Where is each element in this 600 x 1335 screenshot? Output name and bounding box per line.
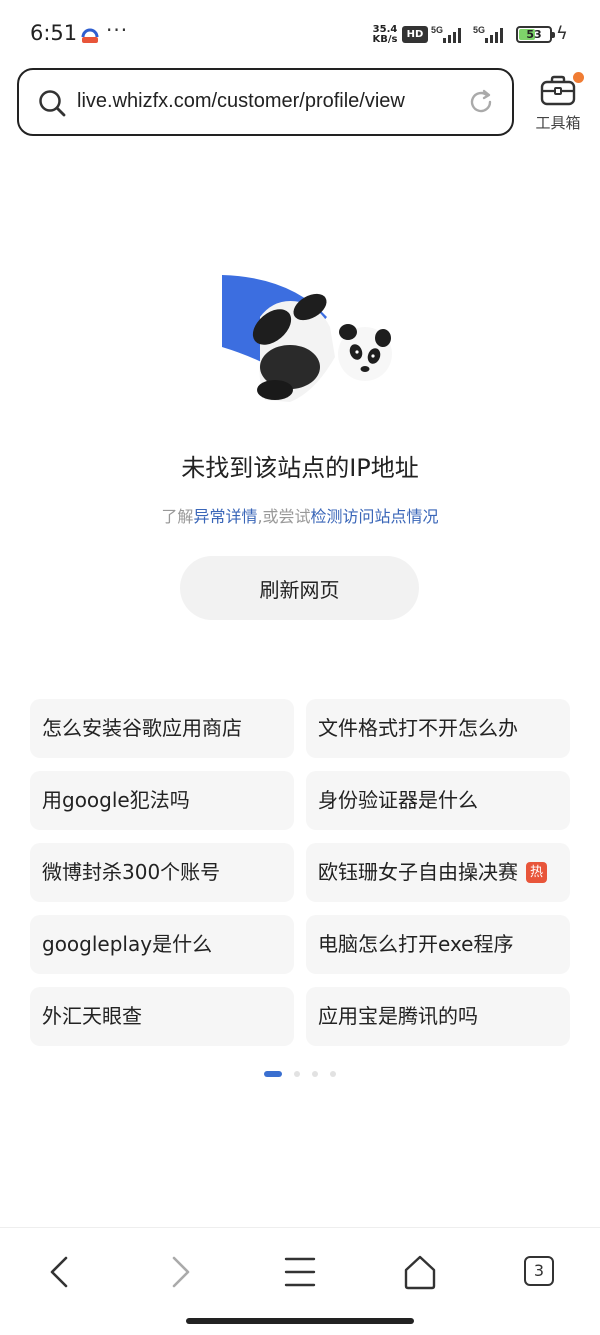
suggestion-text: 欧钰珊女子自由操决赛 (318, 860, 518, 884)
suggestion-text: 身份验证器是什么 (318, 788, 478, 812)
pager-dot[interactable] (330, 1071, 336, 1077)
sim1-label: 5G (431, 25, 443, 35)
error-sub-prefix: 了解 (161, 507, 194, 526)
network-speed: 35.4 KB/s (371, 25, 399, 45)
toolbox-label: 工具箱 (535, 114, 581, 132)
error-title: 未找到该站点的IP地址 (181, 454, 419, 482)
suggestion-text: 微博封杀300个账号 (42, 860, 221, 884)
suggestion-text: 外汇天眼查 (42, 1004, 142, 1028)
hot-badge: 热 (526, 862, 547, 883)
menu-icon[interactable] (278, 1250, 322, 1294)
check-site-link[interactable]: 检测访问站点情况 (311, 507, 439, 526)
suggestion-item[interactable]: 怎么安装谷歌应用商店 (30, 699, 294, 758)
forward-icon[interactable] (158, 1250, 202, 1294)
toolbox-icon (540, 75, 576, 106)
pager-dot[interactable] (294, 1071, 300, 1077)
toolbox-button[interactable]: 工具箱 (528, 72, 588, 134)
error-subtitle: 了解异常详情,或尝试检测访问站点情况 (0, 503, 600, 527)
search-icon (39, 90, 66, 117)
suggestion-text: 应用宝是腾讯的吗 (318, 1004, 478, 1028)
network-speed-unit: KB/s (372, 34, 398, 45)
suggestion-item[interactable]: 文件格式打不开怎么办 (306, 699, 570, 758)
sim2-label: 5G (473, 25, 485, 35)
error-details-link[interactable]: 异常详情 (193, 507, 257, 526)
tabs-count: 3 (524, 1256, 554, 1286)
notification-dot (573, 72, 584, 83)
home-icon[interactable] (398, 1250, 442, 1294)
suggestion-text: googleplay是什么 (42, 932, 213, 956)
panda-illustration (222, 275, 392, 402)
suggestion-item[interactable]: 电脑怎么打开exe程序 (306, 915, 570, 974)
battery-level: 53 (526, 28, 542, 41)
address-bar[interactable]: live.whizfx.com/customer/profile/view (17, 68, 514, 136)
status-bar: 6:51 ··· 35.4 KB/s HD 5G 5G 53 ϟ (0, 0, 600, 68)
suggestion-item[interactable]: 身份验证器是什么 (306, 771, 570, 830)
battery-icon: 53 (516, 26, 555, 43)
back-icon[interactable] (38, 1250, 82, 1294)
suggestion-item[interactable]: 欧钰珊女子自由操决赛热 (306, 843, 570, 902)
suggestion-text: 用google犯法吗 (42, 788, 190, 812)
signal-5g-sim1-icon: 5G (431, 25, 461, 43)
suggestion-text: 文件格式打不开怎么办 (318, 716, 518, 740)
suggestion-item[interactable]: googleplay是什么 (30, 915, 294, 974)
home-indicator[interactable] (186, 1318, 414, 1324)
pager-dot[interactable] (312, 1071, 318, 1077)
signal-5g-sim2-icon: 5G (473, 25, 503, 43)
tabs-button[interactable]: 3 (520, 1250, 564, 1294)
refresh-page-button[interactable]: 刷新网页 (180, 556, 419, 620)
app-notification-icon (81, 28, 99, 43)
url-text[interactable]: live.whizfx.com/customer/profile/view (77, 90, 449, 113)
error-sub-middle: ,或尝试 (257, 507, 311, 526)
suggestion-item[interactable]: 外汇天眼查 (30, 987, 294, 1046)
pager-dot-active[interactable] (264, 1071, 282, 1077)
charging-icon: ϟ (556, 23, 568, 44)
status-time: 6:51 (30, 21, 78, 45)
suggestion-text: 怎么安装谷歌应用商店 (42, 716, 242, 740)
suggestion-item[interactable]: 应用宝是腾讯的吗 (306, 987, 570, 1046)
suggestion-text: 电脑怎么打开exe程序 (318, 932, 514, 956)
reload-icon[interactable] (467, 88, 495, 116)
suggestion-item[interactable]: 微博封杀300个账号 (30, 843, 294, 902)
hd-voice-badge: HD (402, 26, 428, 43)
more-notifications-icon: ··· (106, 18, 129, 42)
suggestion-item[interactable]: 用google犯法吗 (30, 771, 294, 830)
